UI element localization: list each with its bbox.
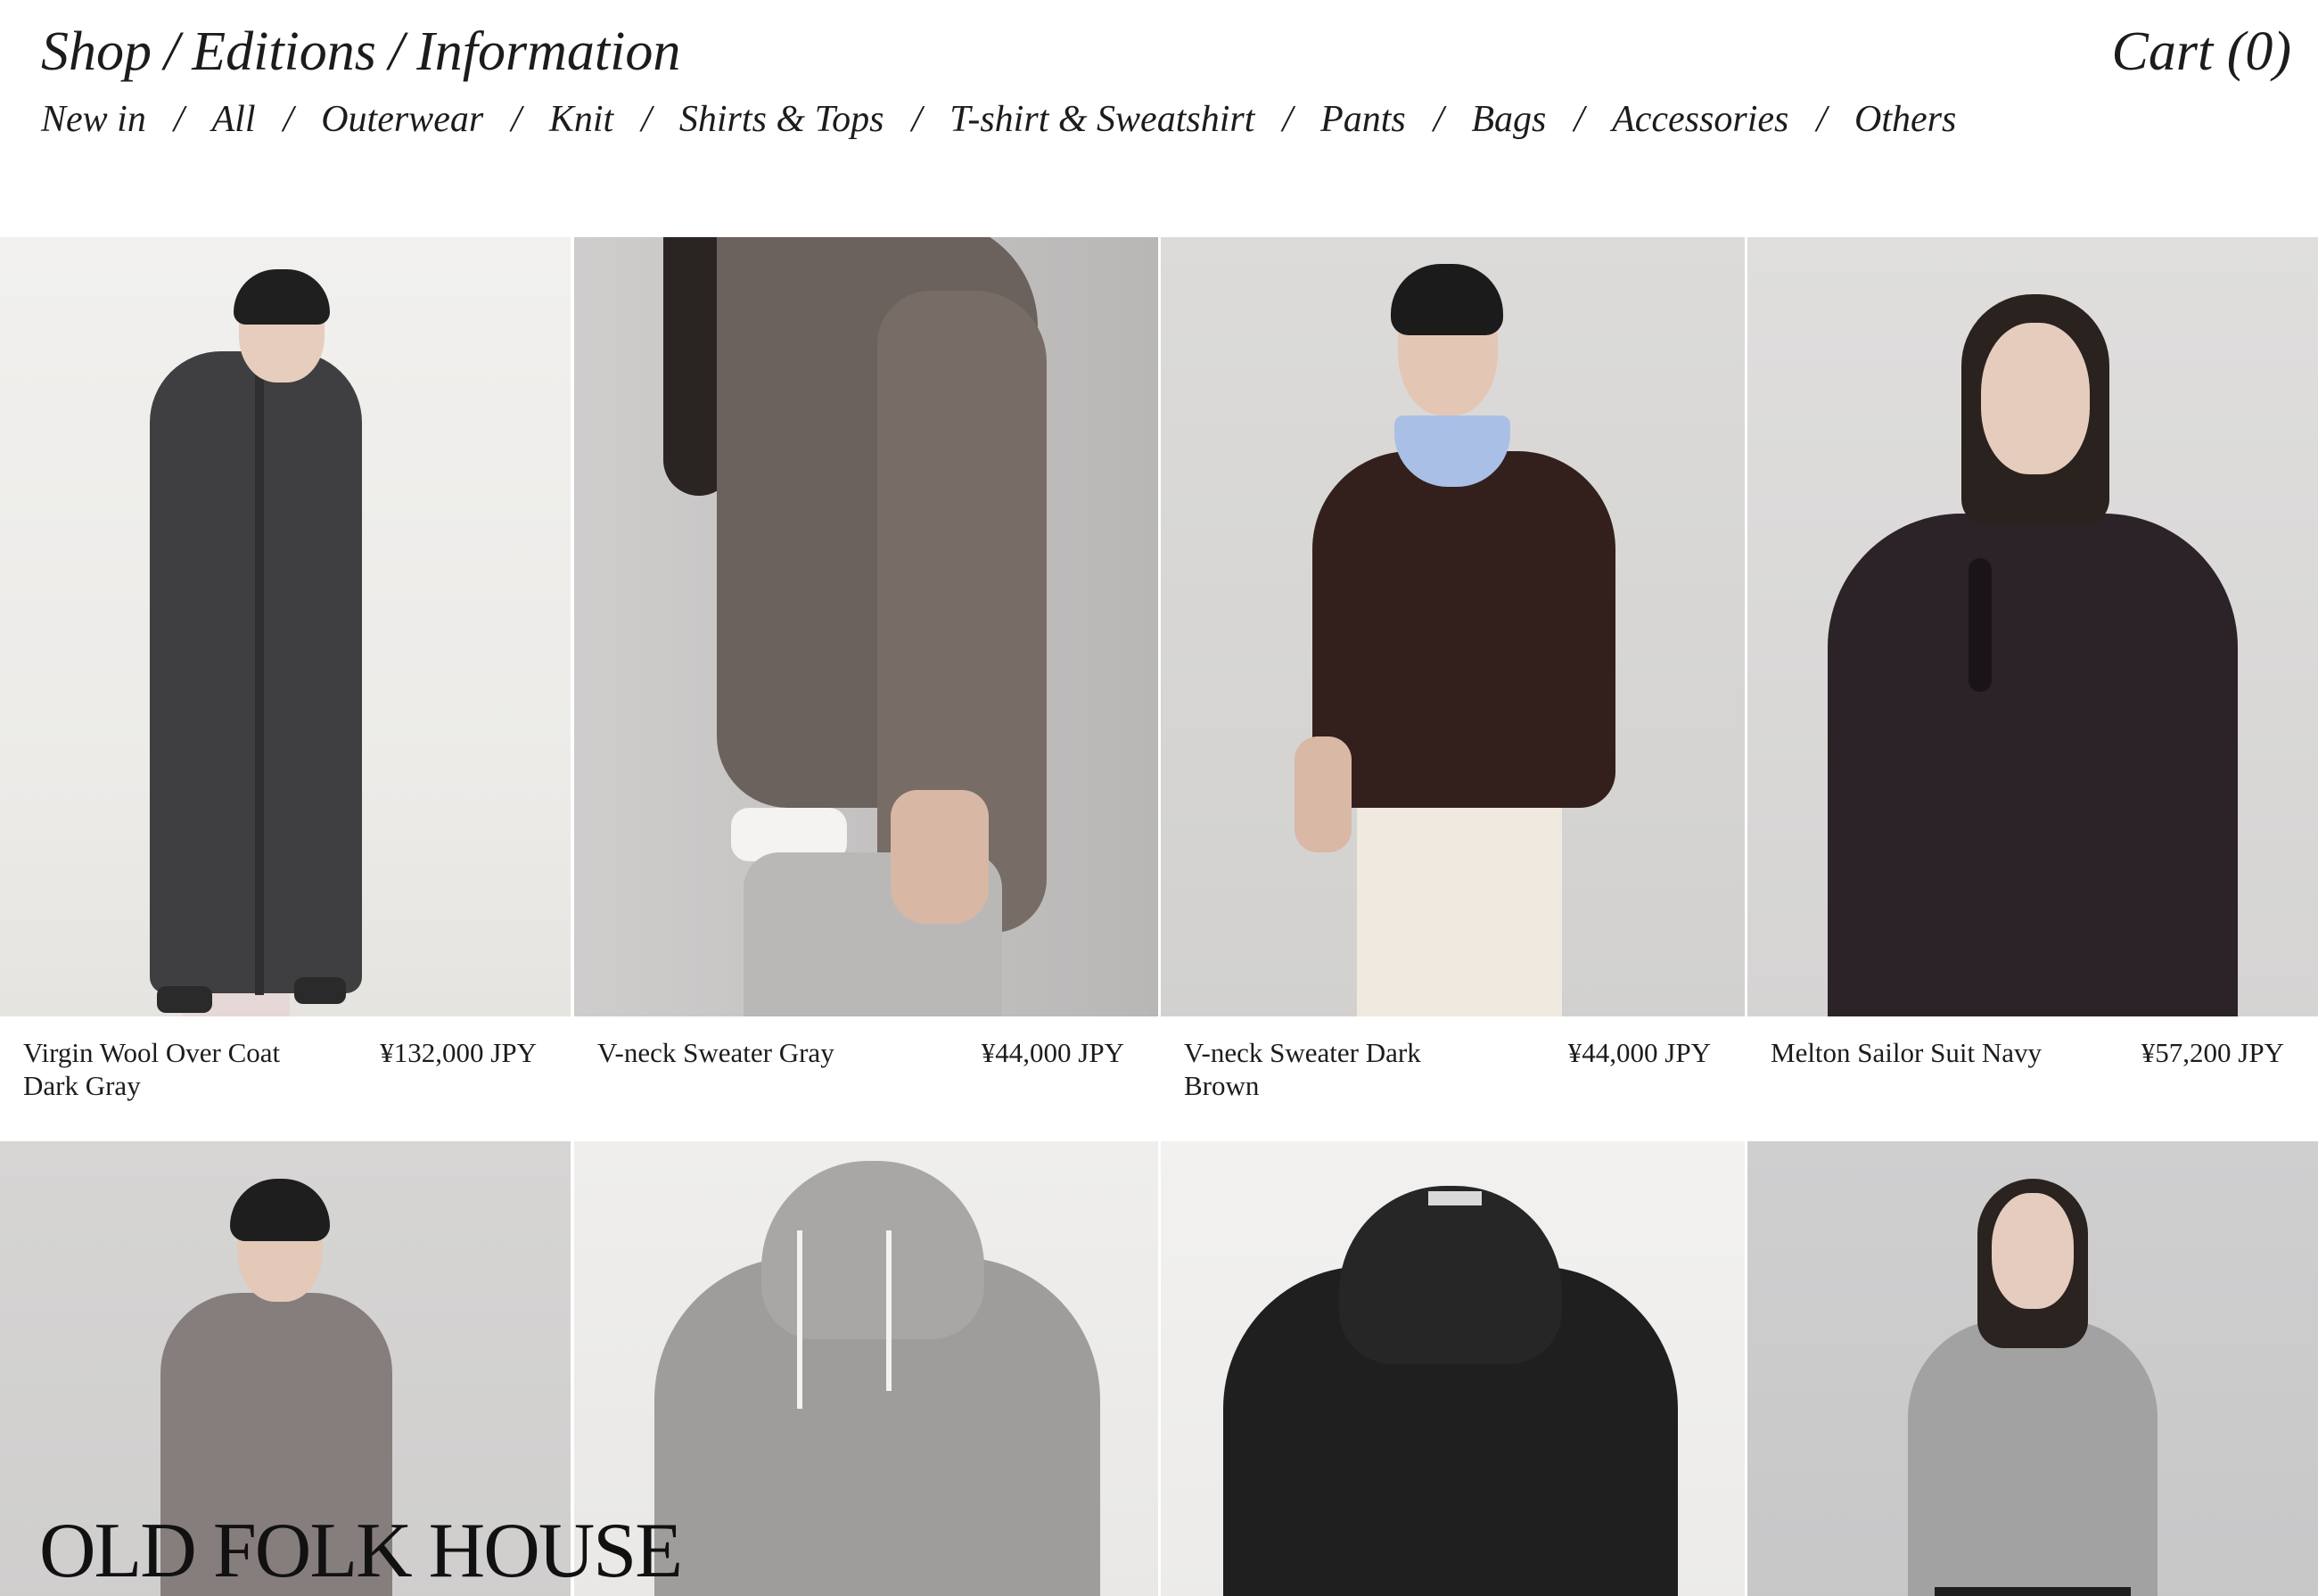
product-price: ¥132,000 JPY bbox=[380, 1037, 537, 1068]
category-tshirt-sweatshirt[interactable]: T-shirt & Sweatshirt bbox=[949, 99, 1254, 140]
main-nav: Shop / Editions / Information bbox=[41, 18, 680, 86]
model-hair bbox=[234, 269, 330, 325]
category-separator: / bbox=[1433, 99, 1444, 140]
product-info: V-neck Sweater Gray ¥44,000 JPY bbox=[574, 1016, 1158, 1132]
product-name[interactable]: Virgin Wool Over Coat Dark Gray bbox=[23, 1036, 326, 1102]
product-price: ¥57,200 JPY bbox=[2141, 1037, 2284, 1068]
model-hair bbox=[230, 1179, 330, 1241]
product-card[interactable]: Melton Sailor Suit Navy ¥57,200 JPY bbox=[1747, 237, 2318, 1132]
category-others[interactable]: Others bbox=[1854, 99, 1956, 140]
drawstring-shape bbox=[886, 1230, 892, 1391]
product-image[interactable] bbox=[1747, 1141, 2318, 1596]
product-card[interactable] bbox=[1161, 1141, 1745, 1596]
category-accessories[interactable]: Accessories bbox=[1612, 99, 1788, 140]
product-info: V-neck Sweater Dark Brown ¥44,000 JPY bbox=[1161, 1016, 1745, 1132]
category-bags[interactable]: Bags bbox=[1471, 99, 1546, 140]
product-price: ¥44,000 JPY bbox=[981, 1037, 1124, 1068]
category-separator: / bbox=[641, 99, 652, 140]
product-image[interactable] bbox=[0, 237, 571, 1016]
product-card[interactable]: V-neck Sweater Gray ¥44,000 JPY bbox=[574, 237, 1158, 1132]
category-separator: / bbox=[1282, 99, 1294, 140]
category-separator: / bbox=[511, 99, 522, 140]
product-image[interactable] bbox=[1161, 237, 1745, 1016]
coat-opening bbox=[255, 353, 264, 995]
category-shirts-tops[interactable]: Shirts & Tops bbox=[679, 99, 884, 140]
product-image[interactable] bbox=[574, 237, 1158, 1016]
category-separator: / bbox=[283, 99, 294, 140]
hand-shape bbox=[891, 790, 989, 924]
sailor-suit-shape bbox=[1828, 514, 2238, 1016]
product-grid: Virgin Wool Over Coat Dark Gray ¥132,000… bbox=[0, 237, 2318, 1596]
product-image[interactable] bbox=[1747, 237, 2318, 1016]
product-price: ¥44,000 JPY bbox=[1567, 1037, 1711, 1068]
sweatshirt-shape bbox=[1908, 1320, 2158, 1596]
label-tag-shape bbox=[1428, 1191, 1482, 1205]
sweater-shape bbox=[1312, 451, 1615, 808]
shoe-shape bbox=[157, 986, 212, 1013]
category-separator: / bbox=[1574, 99, 1585, 140]
pants-shape bbox=[1935, 1587, 2131, 1596]
nav-separator: / bbox=[164, 21, 180, 82]
shoe-shape bbox=[294, 977, 346, 1004]
product-name[interactable]: V-neck Sweater Gray bbox=[597, 1036, 900, 1069]
product-name[interactable]: V-neck Sweater Dark Brown bbox=[1184, 1036, 1487, 1102]
model-hair bbox=[1391, 264, 1503, 335]
product-card[interactable]: Virgin Wool Over Coat Dark Gray ¥132,000… bbox=[0, 237, 571, 1132]
product-name[interactable]: Melton Sailor Suit Navy bbox=[1771, 1036, 2074, 1069]
product-card[interactable]: V-neck Sweater Dark Brown ¥44,000 JPY bbox=[1161, 237, 1745, 1132]
nav-separator: / bbox=[388, 21, 405, 82]
category-outerwear[interactable]: Outerwear bbox=[321, 99, 483, 140]
nav-shop-link[interactable]: Shop bbox=[41, 21, 152, 82]
model-face bbox=[1992, 1193, 2074, 1309]
category-nav: New in / All / Outerwear / Knit / Shirts & Tops /… bbox=[41, 96, 1956, 143]
nav-editions-link[interactable]: Editions bbox=[192, 21, 376, 82]
product-info: Virgin Wool Over Coat Dark Gray ¥132,000… bbox=[0, 1016, 571, 1132]
brand-logo[interactable]: OLD FOLK HOUSE bbox=[39, 1509, 683, 1594]
category-knit[interactable]: Knit bbox=[549, 99, 613, 140]
category-all[interactable]: All bbox=[212, 99, 256, 140]
nav-information-link[interactable]: Information bbox=[416, 21, 680, 82]
hood-shape bbox=[1339, 1186, 1562, 1364]
category-separator: / bbox=[173, 99, 185, 140]
product-row: Virgin Wool Over Coat Dark Gray ¥132,000… bbox=[0, 237, 2318, 1141]
hood-shape bbox=[761, 1161, 984, 1339]
hand-shape bbox=[1295, 736, 1352, 852]
cart-link[interactable]: Cart (0) bbox=[2112, 18, 2292, 86]
category-separator: / bbox=[1816, 99, 1828, 140]
drawstring-shape bbox=[797, 1230, 802, 1409]
product-image[interactable] bbox=[1161, 1141, 1745, 1596]
pants-shape bbox=[1357, 772, 1562, 1016]
category-separator: / bbox=[911, 99, 923, 140]
category-new-in[interactable]: New in bbox=[41, 99, 146, 140]
keyhole-opening bbox=[1969, 558, 1992, 692]
model-face bbox=[1981, 323, 2090, 474]
category-pants[interactable]: Pants bbox=[1320, 99, 1406, 140]
product-card[interactable] bbox=[1747, 1141, 2318, 1596]
product-info: Melton Sailor Suit Navy ¥57,200 JPY bbox=[1747, 1016, 2318, 1132]
